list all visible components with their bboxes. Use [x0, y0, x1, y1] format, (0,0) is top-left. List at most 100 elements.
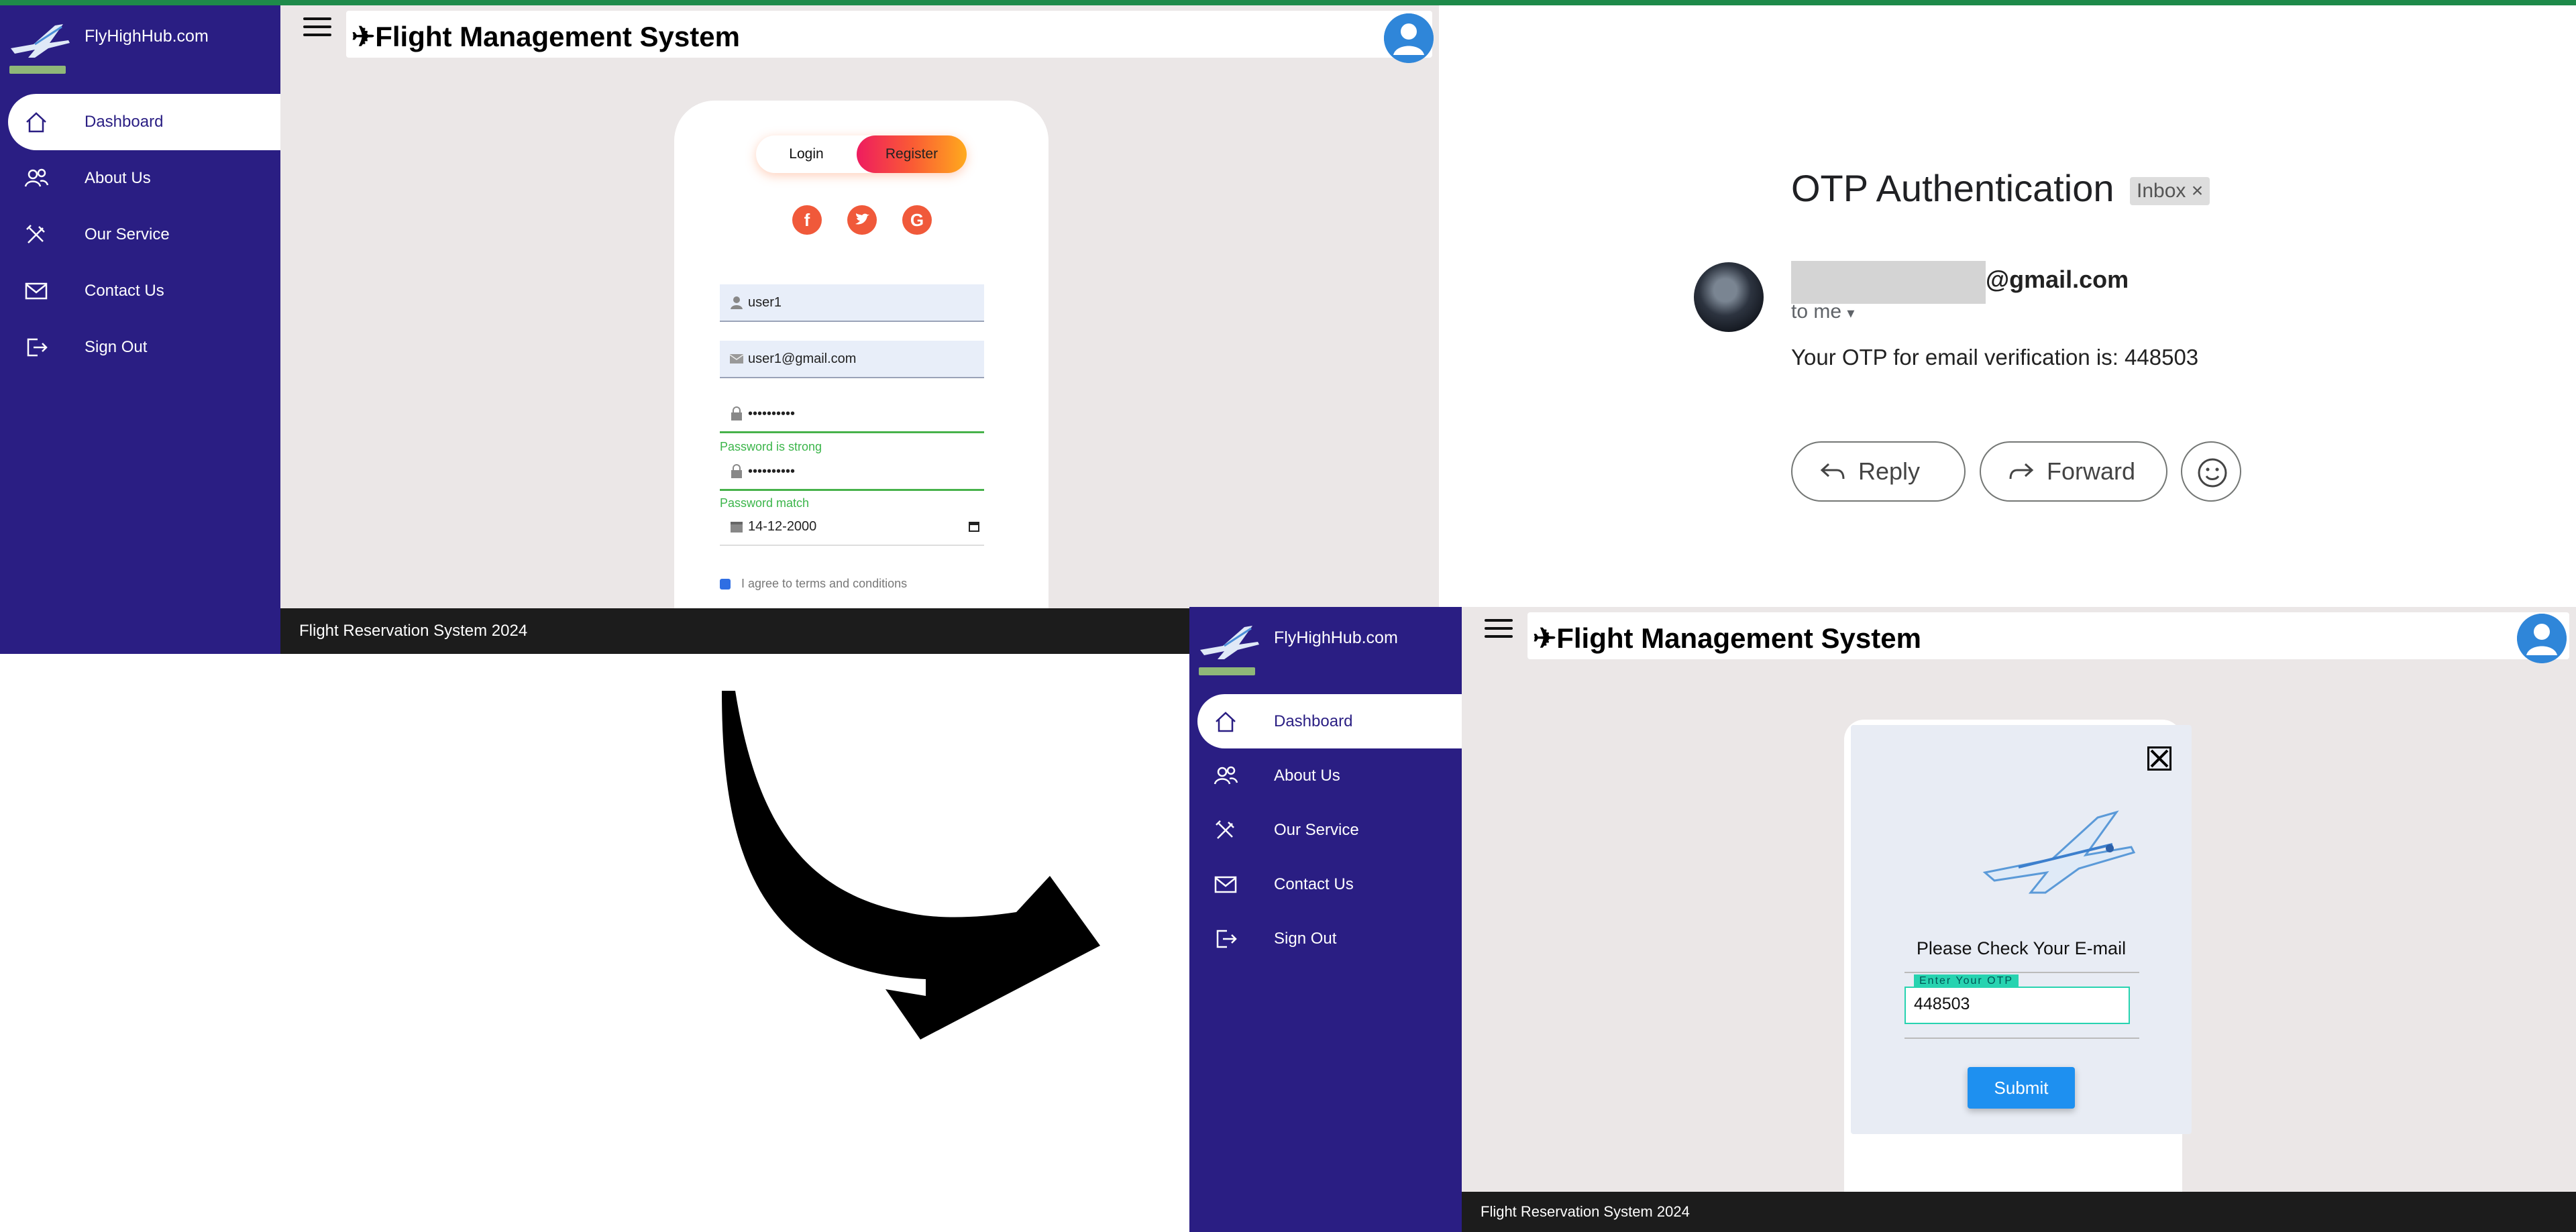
reply-button[interactable]: Reply — [1791, 441, 1966, 502]
forward-icon — [2009, 463, 2034, 480]
otp-input[interactable]: 448503 — [1904, 987, 2130, 1024]
brand-underline — [9, 66, 66, 74]
title-bar: ✈Flight Management System — [1527, 612, 2569, 659]
sidebar-item-contact-us[interactable]: Contact Us — [1189, 857, 1462, 911]
google-icon[interactable]: G — [902, 205, 932, 235]
home-icon — [26, 112, 46, 133]
plane-glyph-icon: ✈ — [1533, 622, 1557, 654]
dob-field[interactable]: 14-12-2000 — [720, 508, 984, 546]
otp-card-background: Please Check Your E-mail Enter Your OTP … — [1844, 720, 2192, 1223]
sidebar-nav: Dashboard About Us Our Service Contact U… — [1189, 694, 1462, 966]
submit-button[interactable]: Submit — [1968, 1067, 2075, 1109]
hamburger-menu-icon[interactable] — [303, 17, 331, 40]
otp-field-label: Enter Your OTP — [1914, 974, 2019, 988]
divider — [1904, 1038, 2139, 1039]
password-field[interactable]: •••••••••• — [720, 396, 984, 433]
mail-icon — [25, 282, 48, 300]
envelope-icon — [729, 354, 744, 363]
email-subject: OTP Authentication — [1791, 167, 2114, 209]
emoji-reaction-button[interactable] — [2181, 441, 2241, 502]
sidebar-item-label: Our Service — [1274, 820, 1359, 839]
sign-out-icon — [27, 338, 48, 357]
footer-text: Flight Reservation System 2024 — [1481, 1203, 1690, 1220]
username-value: user1 — [748, 295, 782, 310]
confirm-password-field[interactable]: •••••••••• — [720, 453, 984, 491]
sidebar-item-label: About Us — [85, 169, 151, 187]
email-view: OTP Authentication Inbox × @gmail.com to… — [1439, 5, 2576, 607]
sidebar-item-sign-out[interactable]: Sign Out — [1189, 911, 1462, 966]
hamburger-menu-icon[interactable] — [1485, 619, 1513, 642]
recipient-details[interactable]: to me ▾ — [1791, 300, 1854, 323]
page-title: ✈Flight Management System — [1533, 622, 1921, 654]
user-icon — [731, 296, 743, 309]
tab-login[interactable]: Login — [756, 135, 857, 173]
terms-label: I agree to terms and conditions — [741, 577, 908, 590]
tools-icon — [26, 225, 45, 243]
sidebar-item-our-service[interactable]: Our Service — [0, 207, 280, 263]
calendar-icon — [731, 522, 743, 533]
inbox-label-chip[interactable]: Inbox × — [2130, 177, 2210, 205]
airplane-logo-icon — [11, 24, 70, 58]
password-strength-hint: Password is strong — [720, 440, 822, 453]
sidebar-item-sign-out[interactable]: Sign Out — [0, 319, 280, 376]
sidebar-item-label: Dashboard — [85, 113, 164, 131]
sidebar-item-about-us[interactable]: About Us — [1189, 748, 1462, 803]
terms-checkbox[interactable] — [720, 579, 731, 590]
sidebar-item-our-service[interactable]: Our Service — [1189, 803, 1462, 857]
sidebar-item-label: About Us — [1274, 766, 1340, 785]
sidebar-item-label: Sign Out — [1274, 929, 1337, 948]
divider — [1904, 972, 2139, 973]
confirm-password-value: •••••••••• — [748, 464, 796, 479]
user-avatar-icon[interactable] — [1384, 13, 1434, 63]
sidebar-item-contact-us[interactable]: Contact Us — [0, 263, 280, 319]
sign-out-icon — [1216, 930, 1237, 948]
twitter-icon[interactable] — [847, 205, 877, 235]
sidebar: FlyHighHub.com Dashboard About Us Our Se… — [0, 5, 280, 654]
brand-name[interactable]: FlyHighHub.com — [85, 27, 209, 46]
lock-icon — [731, 406, 742, 421]
sidebar-item-label: Our Service — [85, 225, 170, 243]
email-field[interactable]: user1@gmail.com — [720, 341, 984, 378]
sender-avatar — [1694, 262, 1764, 332]
sidebar-nav: Dashboard About Us Our Service Contact U… — [0, 94, 280, 376]
sidebar-item-label: Contact Us — [85, 282, 164, 300]
auth-toggle: Login Register — [756, 135, 967, 173]
close-icon[interactable] — [2147, 746, 2171, 771]
username-field[interactable]: user1 — [720, 284, 984, 322]
footer: Flight Reservation System 2024 — [1462, 1192, 2576, 1232]
forward-button[interactable]: Forward — [1980, 441, 2167, 502]
brand-name[interactable]: FlyHighHub.com — [1274, 628, 1398, 648]
header: ✈Flight Management System — [1462, 607, 2576, 663]
sidebar: FlyHighHub.com Dashboard About Us Our Se… — [1189, 607, 1462, 1232]
email-body: Your OTP for email verification is: 4485… — [1791, 345, 2199, 370]
registration-app: FlyHighHub.com Dashboard About Us Our Se… — [0, 5, 1439, 654]
facebook-icon[interactable]: f — [792, 205, 822, 235]
password-value: •••••••••• — [748, 406, 796, 421]
user-avatar-icon[interactable] — [2517, 614, 2567, 663]
tools-icon — [1216, 820, 1234, 839]
users-icon — [1214, 766, 1238, 784]
footer-text: Flight Reservation System 2024 — [299, 622, 528, 640]
mail-icon — [1214, 876, 1237, 893]
redacted-sender-name — [1791, 261, 1986, 304]
tab-register[interactable]: Register — [857, 135, 967, 173]
smiley-icon — [2198, 458, 2227, 488]
register-card: Login Register f G user1 user1@gmail.com… — [674, 101, 1049, 654]
flow-arrow — [722, 691, 1100, 1040]
page-title: ✈Flight Management System — [352, 21, 740, 52]
otp-modal: Please Check Your E-mail Enter Your OTP … — [1851, 725, 2192, 1134]
lock-icon — [731, 464, 742, 478]
users-icon — [24, 168, 49, 187]
date-picker-icon[interactable] — [968, 520, 980, 533]
airplane-logo-icon — [1200, 626, 1259, 659]
plane-glyph-icon: ✈ — [352, 21, 376, 52]
sidebar-item-dashboard[interactable]: Dashboard — [8, 94, 280, 150]
sender-email: @gmail.com — [1986, 266, 2129, 293]
sidebar-item-dashboard[interactable]: Dashboard — [1197, 694, 1462, 748]
chevron-down-icon[interactable]: ▾ — [1847, 304, 1854, 321]
sidebar-item-about-us[interactable]: About Us — [0, 150, 280, 207]
home-icon — [1216, 711, 1236, 732]
header: ✈Flight Management System — [280, 5, 1439, 63]
email-value: user1@gmail.com — [748, 351, 857, 366]
terms-checkbox-row[interactable]: I agree to terms and conditions — [720, 577, 907, 591]
